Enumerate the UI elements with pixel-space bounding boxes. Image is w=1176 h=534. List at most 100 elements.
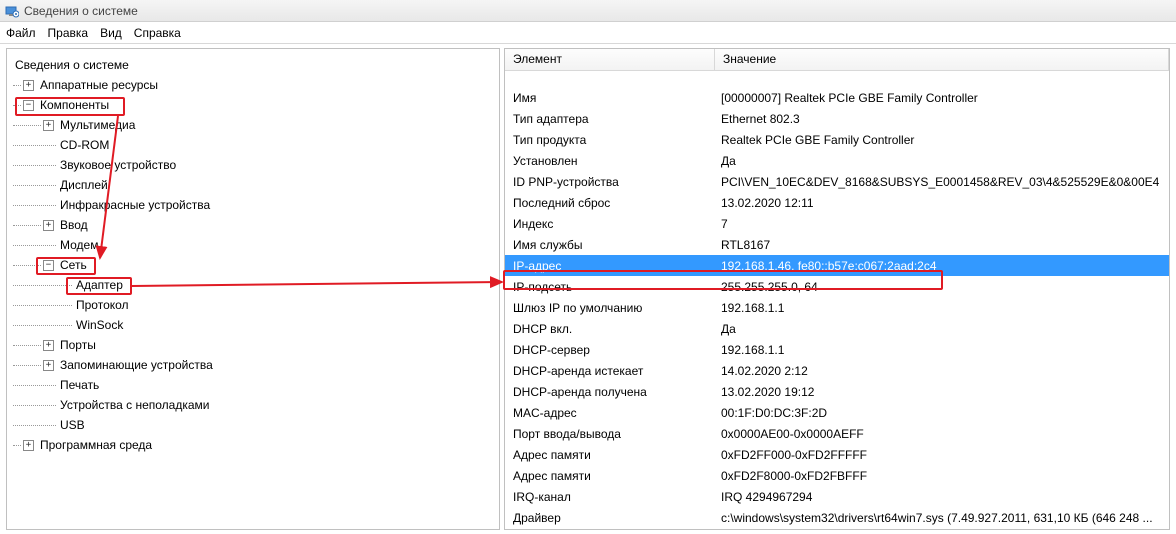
- detail-row[interactable]: Индекс7: [505, 213, 1169, 234]
- tree-display[interactable]: Дисплей: [13, 175, 499, 195]
- detail-value: IRQ 4294967294: [715, 490, 1169, 504]
- tree-label: Аппаратные ресурсы: [38, 78, 160, 92]
- tree-network[interactable]: − Сеть: [13, 255, 499, 275]
- tree-cdrom[interactable]: CD-ROM: [13, 135, 499, 155]
- column-element[interactable]: Элемент: [505, 49, 715, 70]
- detail-row[interactable]: Последний сброс13.02.2020 12:11: [505, 192, 1169, 213]
- detail-element: Имя службы: [505, 238, 715, 252]
- tree-sound[interactable]: Звуковое устройство: [13, 155, 499, 175]
- tree-print[interactable]: Печать: [13, 375, 499, 395]
- expand-icon[interactable]: +: [43, 120, 54, 131]
- tree-ports[interactable]: + Порты: [13, 335, 499, 355]
- detail-value: PCI\VEN_10EC&DEV_8168&SUBSYS_E0001458&RE…: [715, 175, 1169, 189]
- collapse-icon[interactable]: −: [43, 260, 54, 271]
- expand-icon[interactable]: +: [43, 220, 54, 231]
- tree-label: Запоминающие устройства: [58, 358, 215, 372]
- detail-element: Адрес памяти: [505, 469, 715, 483]
- tree-adapter[interactable]: Адаптер: [13, 275, 499, 295]
- detail-element: Установлен: [505, 154, 715, 168]
- app-icon: [4, 3, 20, 19]
- tree-winsock[interactable]: WinSock: [13, 315, 499, 335]
- detail-element: IP-адрес: [505, 259, 715, 273]
- detail-element: Индекс: [505, 217, 715, 231]
- detail-row[interactable]: Тип адаптераEthernet 802.3: [505, 108, 1169, 129]
- detail-row[interactable]: DHCP-аренда получена13.02.2020 19:12: [505, 381, 1169, 402]
- expand-icon[interactable]: +: [43, 340, 54, 351]
- tree-root[interactable]: Сведения о системе: [13, 55, 499, 75]
- detail-row[interactable]: DHCP вкл.Да: [505, 318, 1169, 339]
- detail-value: 255.255.255.0, 64: [715, 280, 1169, 294]
- detail-row[interactable]: DHCP-сервер192.168.1.1: [505, 339, 1169, 360]
- collapse-icon[interactable]: −: [23, 100, 34, 111]
- expand-icon[interactable]: +: [23, 440, 34, 451]
- tree-protocol[interactable]: Протокол: [13, 295, 499, 315]
- tree-label: Звуковое устройство: [58, 158, 178, 172]
- menu-help[interactable]: Справка: [134, 26, 181, 40]
- expand-icon[interactable]: +: [43, 360, 54, 371]
- tree-infrared[interactable]: Инфракрасные устройства: [13, 195, 499, 215]
- detail-row[interactable]: DHCP-аренда истекает14.02.2020 2:12: [505, 360, 1169, 381]
- tree-software-env[interactable]: + Программная среда: [13, 435, 499, 455]
- detail-row[interactable]: Адрес памяти0xFD2F8000-0xFD2FBFFF: [505, 465, 1169, 486]
- detail-element: Последний сброс: [505, 196, 715, 210]
- detail-element: DHCP-сервер: [505, 343, 715, 357]
- tree-label: USB: [58, 418, 87, 432]
- detail-row[interactable]: ID PNP-устройстваPCI\VEN_10EC&DEV_8168&S…: [505, 171, 1169, 192]
- detail-element: DHCP-аренда истекает: [505, 364, 715, 378]
- detail-value: 192.168.1.1: [715, 301, 1169, 315]
- detail-value: 192.168.1.1: [715, 343, 1169, 357]
- detail-element: IRQ-канал: [505, 490, 715, 504]
- tree-label: Мультимедиа: [58, 118, 137, 132]
- detail-row[interactable]: MAC-адрес00:1F:D0:DC:3F:2D: [505, 402, 1169, 423]
- detail-row[interactable]: Имя службыRTL8167: [505, 234, 1169, 255]
- tree-multimedia[interactable]: + Мультимедиа: [13, 115, 499, 135]
- detail-row[interactable]: УстановленДа: [505, 150, 1169, 171]
- detail-value: 00:1F:D0:DC:3F:2D: [715, 406, 1169, 420]
- detail-element: MAC-адрес: [505, 406, 715, 420]
- window-title: Сведения о системе: [24, 4, 138, 18]
- tree-modem[interactable]: Модем: [13, 235, 499, 255]
- detail-row[interactable]: Драйверc:\windows\system32\drivers\rt64w…: [505, 507, 1169, 528]
- detail-value: 13.02.2020 19:12: [715, 385, 1169, 399]
- menu-edit[interactable]: Правка: [48, 26, 89, 40]
- detail-element: Имя: [505, 91, 715, 105]
- tree-problem[interactable]: Устройства с неполадками: [13, 395, 499, 415]
- tree-storage[interactable]: + Запоминающие устройства: [13, 355, 499, 375]
- menu-view[interactable]: Вид: [100, 26, 122, 40]
- detail-row[interactable]: IP-подсеть255.255.255.0, 64: [505, 276, 1169, 297]
- detail-element: IP-подсеть: [505, 280, 715, 294]
- tree-label: Компоненты: [38, 98, 111, 112]
- detail-row[interactable]: IP-адрес192.168.1.46, fe80::b57e:c067:2a…: [505, 255, 1169, 276]
- detail-row[interactable]: Имя[00000007] Realtek PCIe GBE Family Co…: [505, 87, 1169, 108]
- detail-value: Ethernet 802.3: [715, 112, 1169, 126]
- detail-header: Элемент Значение: [505, 49, 1169, 71]
- detail-element: ID PNP-устройства: [505, 175, 715, 189]
- tree-usb[interactable]: USB: [13, 415, 499, 435]
- detail-value: 14.02.2020 2:12: [715, 364, 1169, 378]
- detail-row[interactable]: Адрес памяти0xFD2FF000-0xFD2FFFFF: [505, 444, 1169, 465]
- tree-label: Ввод: [58, 218, 90, 232]
- tree-label: WinSock: [74, 318, 125, 332]
- tree-components[interactable]: − Компоненты: [13, 95, 499, 115]
- detail-value: 0xFD2F8000-0xFD2FBFFF: [715, 469, 1169, 483]
- tree-input[interactable]: + Ввод: [13, 215, 499, 235]
- detail-value: 192.168.1.46, fe80::b57e:c067:2aad:2c4: [715, 259, 1169, 273]
- tree-label: Печать: [58, 378, 101, 392]
- detail-value: Да: [715, 322, 1169, 336]
- detail-value: c:\windows\system32\drivers\rt64win7.sys…: [715, 511, 1169, 525]
- detail-panel[interactable]: Элемент Значение Имя[00000007] Realtek P…: [504, 48, 1170, 530]
- tree-panel[interactable]: Сведения о системе + Аппаратные ресурсы …: [6, 48, 500, 530]
- menu-file[interactable]: Файл: [6, 26, 36, 40]
- column-value[interactable]: Значение: [715, 49, 1169, 70]
- tree-label: Программная среда: [38, 438, 154, 452]
- detail-row[interactable]: Шлюз IP по умолчанию192.168.1.1: [505, 297, 1169, 318]
- menu-bar: Файл Правка Вид Справка: [0, 22, 1176, 44]
- tree-hardware[interactable]: + Аппаратные ресурсы: [13, 75, 499, 95]
- detail-element: DHCP-аренда получена: [505, 385, 715, 399]
- detail-row[interactable]: Порт ввода/вывода0x0000AE00-0x0000AEFF: [505, 423, 1169, 444]
- detail-row[interactable]: IRQ-каналIRQ 4294967294: [505, 486, 1169, 507]
- detail-row[interactable]: Тип продуктаRealtek PCIe GBE Family Cont…: [505, 129, 1169, 150]
- detail-value: [00000007] Realtek PCIe GBE Family Contr…: [715, 91, 1169, 105]
- expand-icon[interactable]: +: [23, 80, 34, 91]
- detail-element: Шлюз IP по умолчанию: [505, 301, 715, 315]
